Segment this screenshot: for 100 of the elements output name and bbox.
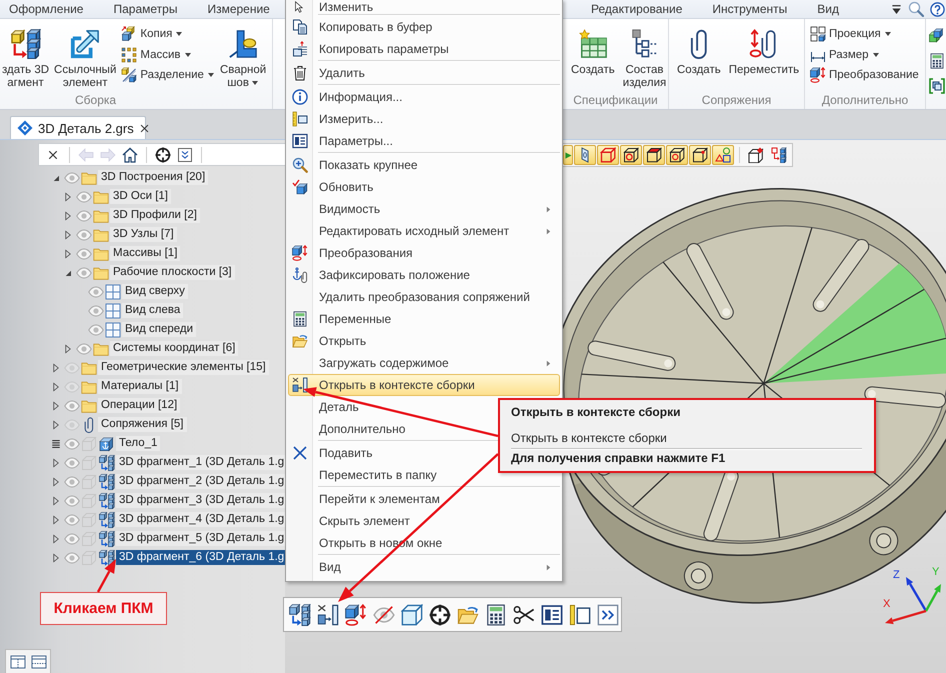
view-toggle-button[interactable] <box>712 145 734 165</box>
view-toggle-button[interactable] <box>643 145 665 165</box>
grid-square-icon <box>105 284 121 300</box>
search-button[interactable] <box>907 0 925 18</box>
cube-stack-icon <box>289 604 311 626</box>
tree-item[interactable]: Сопряжения [5] <box>98 417 186 432</box>
ribbon-tab[interactable]: Вид <box>802 0 854 18</box>
menu-item[interactable]: Видимость <box>288 198 560 220</box>
menu-item[interactable]: Вид <box>288 556 560 578</box>
tree-item[interactable]: Тело_1 <box>116 436 160 451</box>
ribbon-button[interactable]: Сварной шов <box>218 24 268 92</box>
grid-square-icon <box>105 302 121 318</box>
ruler-icon <box>292 111 308 127</box>
menu-item[interactable]: Редактировать исходный элемент <box>288 220 560 242</box>
ribbon-button[interactable]: Разделение <box>119 65 217 86</box>
menu-item[interactable]: Измерить... <box>288 108 560 130</box>
tree-item[interactable]: 3D Построения [20] <box>98 170 208 185</box>
ribbon-button[interactable]: Переместить <box>726 24 802 92</box>
help-button[interactable] <box>929 0 945 18</box>
menu-item[interactable]: Удалить преобразования сопряжений <box>288 286 560 308</box>
menu-item[interactable]: Переменные <box>288 308 560 330</box>
view-toggle-button[interactable] <box>620 145 642 165</box>
menu-item[interactable]: Копировать параметры <box>288 38 560 60</box>
tree-item[interactable]: 3D Оси [1] <box>110 189 171 204</box>
layout-button[interactable] <box>30 652 48 670</box>
annotation-callout: Кликаем ПКМ <box>40 592 167 625</box>
ribbon-tab[interactable]: Редактирование <box>576 0 698 18</box>
menu-item[interactable]: Показать крупнее <box>288 154 560 176</box>
tree-item[interactable]: 3D фрагмент_3 (3D Деталь 1.g <box>116 493 288 508</box>
view-toggle-button[interactable] <box>689 145 711 165</box>
home-icon <box>122 146 138 162</box>
double-chevron-icon <box>177 146 193 162</box>
ribbon-button[interactable]: Создать <box>569 24 617 92</box>
menu-item[interactable]: Изменить <box>288 0 560 14</box>
parameters-icon <box>541 604 563 626</box>
menu-item[interactable]: Переместить в папку <box>288 464 560 486</box>
ribbon-tab[interactable]: Инструменты <box>697 0 802 18</box>
cursor-icon <box>294 1 306 13</box>
annotation-arrow <box>96 559 116 593</box>
ribbon-button[interactable]: Состав изделия <box>620 24 668 92</box>
menu-item[interactable]: Обновить <box>288 176 560 198</box>
tree-item[interactable]: Вид слева <box>122 303 184 318</box>
menu-item[interactable]: Параметры... <box>288 130 560 152</box>
menu-item[interactable]: Удалить <box>288 62 560 84</box>
menu-item[interactable]: Загружать содержимое <box>288 352 560 374</box>
ribbon-tab[interactable]: Оформление <box>0 0 98 18</box>
cube-arrows-icon <box>345 604 367 626</box>
menu-item[interactable]: Преобразования <box>288 242 560 264</box>
tree-item[interactable]: 3D фрагмент_1 (3D Деталь 1.g <box>116 455 288 470</box>
open-folder-icon <box>292 333 308 349</box>
tree-item[interactable]: 3D фрагмент_5 (3D Деталь 1.g <box>116 531 288 546</box>
ribbon-tab[interactable]: Параметры <box>98 0 192 18</box>
ribbon-button[interactable]: здать 3D агмент <box>0 24 52 92</box>
cube-icon <box>646 147 662 163</box>
cube-icon <box>99 436 115 452</box>
tree-item[interactable]: 3D Профили [2] <box>110 208 200 223</box>
view-toggle-button[interactable] <box>597 145 619 165</box>
caret-icon <box>890 4 902 14</box>
ribbon-button[interactable]: Массив <box>119 44 217 65</box>
ribbon-button[interactable]: Создать <box>675 24 723 92</box>
document-tab[interactable]: 3D Деталь 2.grs <box>10 116 146 139</box>
shapes-icon <box>715 147 731 163</box>
tree-item[interactable]: Геометрические элементы [15] <box>98 360 269 375</box>
tree-item[interactable]: Материалы [1] <box>98 379 182 394</box>
ribbon-button[interactable]: Проекция <box>808 24 921 44</box>
dot-grid-icon <box>121 46 138 63</box>
ribbon-tab[interactable]: Измерение <box>192 0 285 18</box>
menu-item[interactable]: Зафиксировать положение <box>288 264 560 286</box>
menu-item[interactable]: Открыть <box>288 330 560 352</box>
close-icon[interactable] <box>138 122 150 134</box>
tree-item[interactable]: Системы координат [6] <box>110 341 238 356</box>
view-toggle-button[interactable] <box>666 145 688 165</box>
menu-item[interactable]: Перейти к элементам <box>288 488 560 510</box>
menu-item[interactable]: Открыть в контексте сборки <box>288 374 560 396</box>
tree-item[interactable]: 3D Узлы [7] <box>110 227 177 242</box>
tooltip-text: Открыть в контексте сборки <box>511 430 667 446</box>
cube-stack-icon <box>10 29 41 59</box>
ribbon-button[interactable]: Размер <box>808 44 921 65</box>
layout-button[interactable] <box>9 652 27 670</box>
tree-item[interactable]: 3D фрагмент_2 (3D Деталь 1.g <box>116 474 288 489</box>
crosshair-icon <box>155 146 171 162</box>
cube-outline-icon <box>81 550 97 566</box>
menu-item[interactable]: Информация... <box>288 86 560 108</box>
cube-outline-icon <box>81 474 97 490</box>
view-toggle-button[interactable] <box>563 145 573 165</box>
tree-item[interactable]: Рабочие плоскости [3] <box>110 265 235 280</box>
tree-item[interactable]: 3D фрагмент_4 (3D Деталь 1.g <box>116 512 288 527</box>
calculator-icon <box>929 53 945 69</box>
tree-item[interactable]: 3D фрагмент_6 (3D Деталь 1.g <box>116 550 288 565</box>
tree-item[interactable]: Вид сверху <box>122 284 188 299</box>
menu-item[interactable]: Скрыть элемент <box>288 510 560 532</box>
ribbon-button[interactable]: Ссылочный элемент <box>52 24 118 92</box>
view-toggle-button[interactable] <box>574 145 596 165</box>
tree-item[interactable]: Вид спереди <box>122 322 196 337</box>
ribbon-button[interactable]: Преобразование <box>808 65 921 86</box>
tree-item[interactable]: Массивы [1] <box>110 246 180 261</box>
ribbon-button[interactable]: Копия <box>119 24 217 44</box>
locate-button[interactable] <box>153 144 173 164</box>
tree-item[interactable]: Операции [12] <box>98 398 180 413</box>
menu-item[interactable]: Копировать в буфер <box>288 16 560 38</box>
